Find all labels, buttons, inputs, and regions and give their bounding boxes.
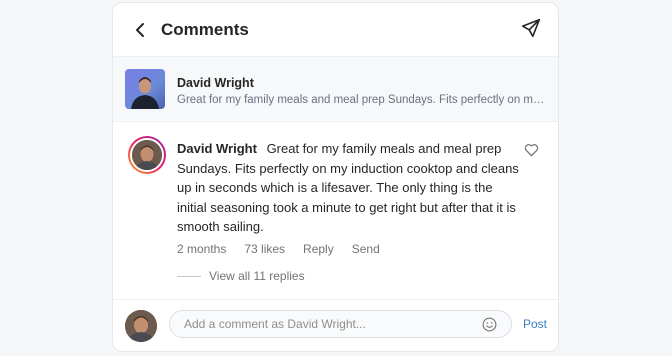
heart-icon [524, 144, 539, 157]
emoji-button[interactable] [482, 317, 497, 332]
preview-author: David Wright [177, 76, 254, 90]
post-preview[interactable]: David Wright Great for my family meals a… [113, 56, 558, 122]
comment-input[interactable] [170, 316, 476, 332]
comment-author-avatar[interactable] [128, 136, 166, 174]
view-replies-label: View all 11 replies [209, 269, 305, 283]
comments-panel: Comments David Wright Great for my famil… [112, 2, 559, 352]
smiley-icon [482, 317, 497, 332]
like-button[interactable] [524, 143, 540, 159]
preview-caption: Great for my family meals and meal prep … [177, 94, 545, 106]
view-replies-button[interactable]: View all 11 replies [177, 269, 305, 283]
send-icon [521, 18, 541, 38]
back-button[interactable] [129, 19, 151, 41]
share-button[interactable] [520, 17, 544, 41]
likes-count[interactable]: 73 likes [244, 242, 285, 256]
comment-meta: 2 months 73 likes Reply Send [177, 242, 380, 256]
comment-composer: Post [113, 299, 558, 351]
comment-input-container [169, 310, 512, 338]
send-button[interactable]: Send [352, 242, 380, 256]
comment-author[interactable]: David Wright [177, 141, 257, 156]
comments-header: Comments [113, 3, 558, 56]
current-user-avatar [125, 310, 157, 342]
comment-time: 2 months [177, 242, 227, 256]
replies-divider [177, 275, 201, 277]
reply-button[interactable]: Reply [303, 242, 334, 256]
page-title: Comments [161, 20, 249, 39]
post-thumbnail [125, 69, 165, 109]
comment-body: David Wright Great for my family meals a… [177, 139, 522, 237]
post-button[interactable]: Post [523, 317, 547, 331]
chevron-left-icon [136, 23, 144, 37]
